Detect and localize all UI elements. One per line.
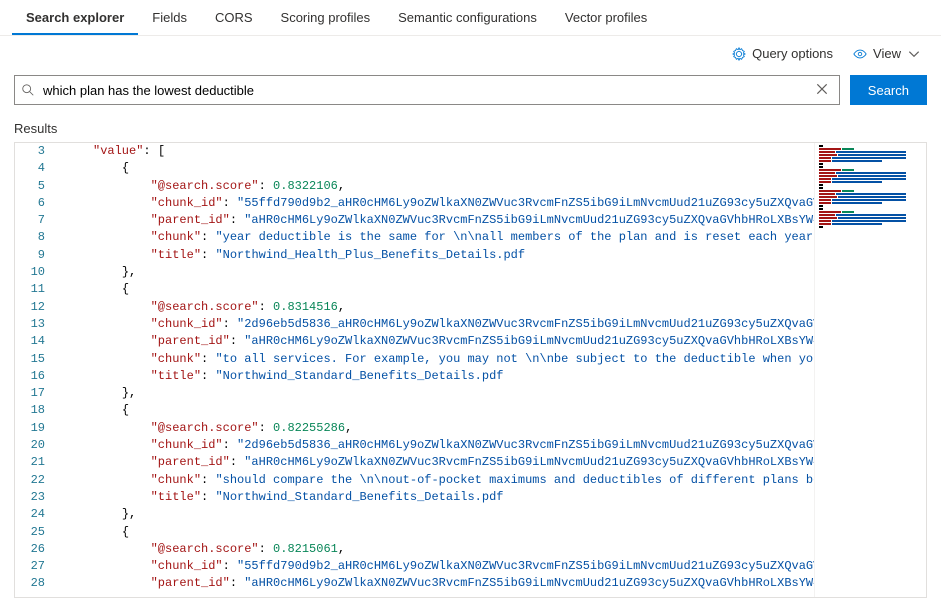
tab-vector-profiles[interactable]: Vector profiles: [551, 0, 661, 35]
results-label: Results: [0, 117, 941, 142]
toolbar: Query options View: [0, 36, 941, 71]
code-area[interactable]: 3456789101112131415161718192021222324252…: [15, 143, 814, 597]
tab-fields[interactable]: Fields: [138, 0, 201, 35]
query-options-button[interactable]: Query options: [732, 46, 833, 61]
search-icon: [21, 83, 35, 97]
view-button[interactable]: View: [853, 46, 921, 61]
chevron-down-icon: [907, 47, 921, 61]
view-label: View: [873, 46, 901, 61]
tab-bar: Search explorerFieldsCORSScoring profile…: [0, 0, 941, 36]
search-button[interactable]: Search: [850, 75, 927, 105]
results-editor: 3456789101112131415161718192021222324252…: [14, 142, 927, 598]
line-gutter: 3456789101112131415161718192021222324252…: [15, 143, 63, 597]
code-content[interactable]: "value": [ { "@search.score": 0.8322106,…: [63, 143, 814, 597]
search-input[interactable]: [35, 83, 811, 98]
gear-icon: [732, 47, 746, 61]
tab-search-explorer[interactable]: Search explorer: [12, 0, 138, 35]
minimap[interactable]: [814, 143, 926, 597]
query-options-label: Query options: [752, 46, 833, 61]
tab-scoring-profiles[interactable]: Scoring profiles: [267, 0, 385, 35]
tab-cors[interactable]: CORS: [201, 0, 267, 35]
tab-semantic-configurations[interactable]: Semantic configurations: [384, 0, 551, 35]
clear-icon[interactable]: [811, 82, 833, 99]
search-row: Search: [0, 71, 941, 117]
search-box[interactable]: [14, 75, 840, 105]
eye-icon: [853, 47, 867, 61]
